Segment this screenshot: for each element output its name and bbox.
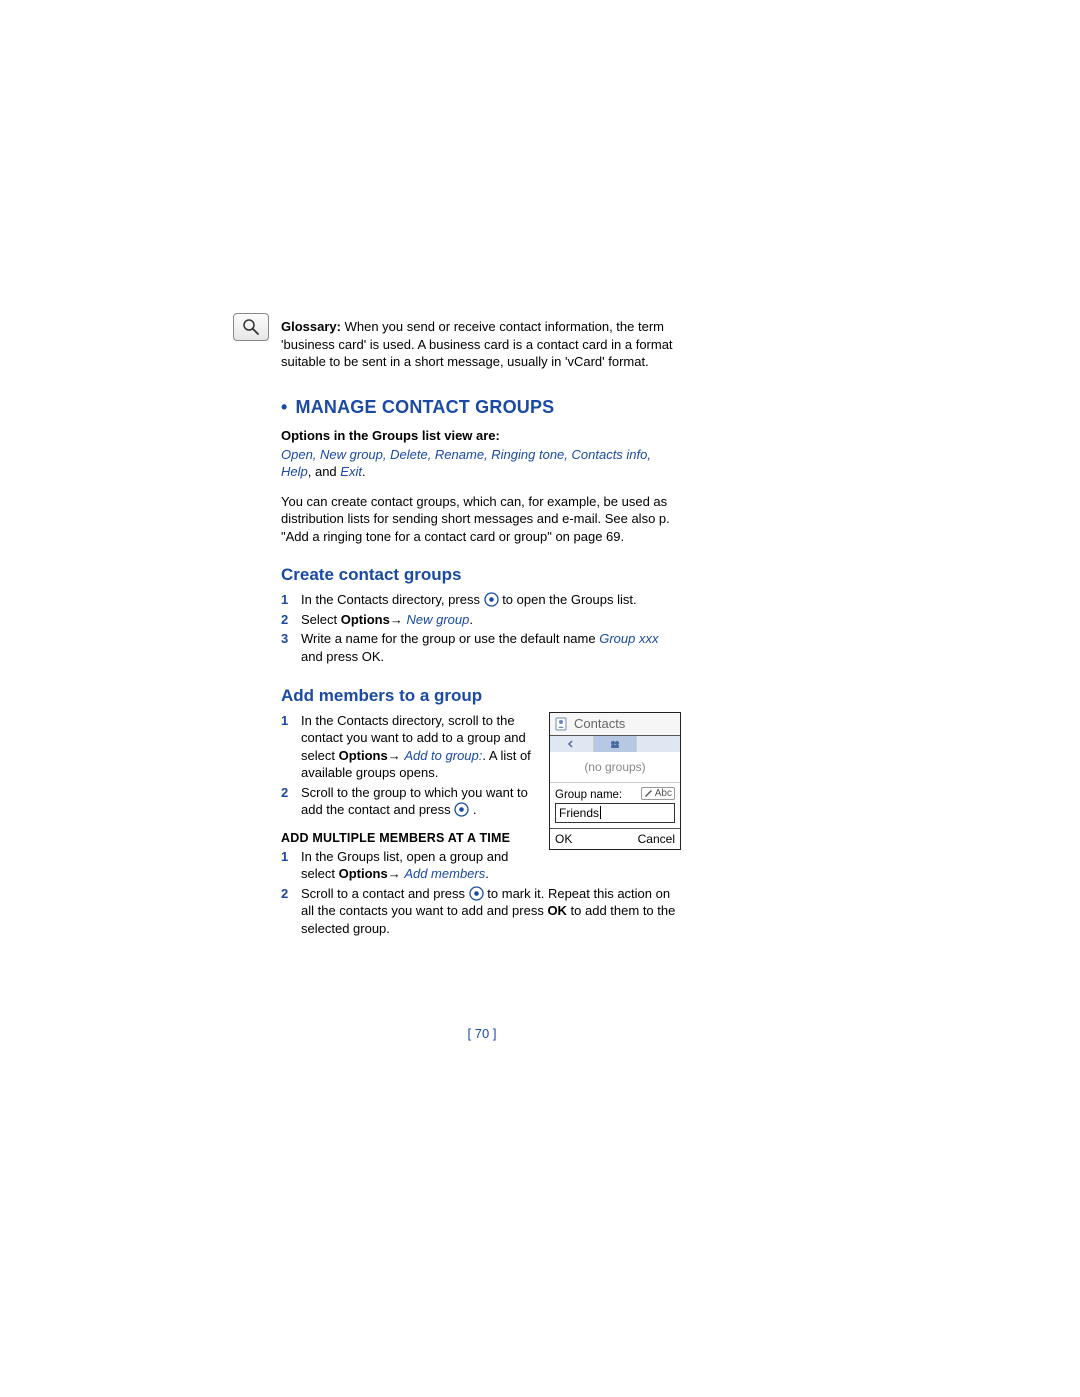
subheading-add: Add members to a group — [281, 686, 683, 706]
options-list-line: Open, New group, Delete, Rename, Ringing… — [281, 446, 683, 481]
list-item: 1 In the Groups list, open a group and s… — [281, 848, 539, 883]
glossary-paragraph: Glossary: When you send or receive conta… — [281, 318, 683, 371]
phone-tab-active — [594, 736, 638, 752]
list-item: 3 Write a name for the group or use the … — [281, 630, 683, 665]
options-label: Options in the Groups list view are: — [281, 428, 683, 443]
subheading-create: Create contact groups — [281, 565, 683, 585]
phone-softkeys: OK Cancel — [550, 828, 680, 849]
softkey-cancel[interactable]: Cancel — [638, 832, 675, 846]
subsubheading-multi: ADD MULTIPLE MEMBERS AT A TIME — [281, 831, 539, 845]
phone-app-title: Contacts — [574, 716, 625, 731]
phone-titlebar: Contacts — [550, 713, 680, 736]
list-item: 2 Scroll to a contact and press to mark … — [281, 885, 683, 938]
phone-field-label: Group name: — [555, 789, 622, 801]
joystick-icon — [454, 802, 469, 817]
phone-text-input[interactable]: Friends — [555, 803, 675, 823]
multi-steps-list: 1 In the Groups list, open a group and s… — [281, 848, 683, 938]
phone-form: Group name: Abc Friends — [550, 783, 680, 828]
softkey-ok[interactable]: OK — [555, 832, 572, 846]
add-steps-list: 1 In the Contacts directory, scroll to t… — [281, 712, 539, 819]
list-item: 2 Scroll to the group to which you want … — [281, 784, 539, 819]
add-members-block: Contacts (no groups) Group name: — [281, 712, 683, 938]
phone-empty-text: (no groups) — [550, 752, 680, 783]
create-steps-list: 1 In the Contacts directory, press to op… — [281, 591, 683, 665]
list-item: 1 In the Contacts directory, press to op… — [281, 591, 683, 609]
pencil-icon — [644, 789, 653, 797]
document-page: Glossary: When you send or receive conta… — [0, 0, 1080, 1397]
page-number: [ 70 ] — [281, 1026, 683, 1041]
input-mode-indicator: Abc — [641, 787, 675, 800]
section-heading-manage: •MANAGE CONTACT GROUPS — [281, 397, 683, 418]
joystick-icon — [484, 592, 499, 607]
list-item: 1 In the Contacts directory, scroll to t… — [281, 712, 539, 782]
phone-screenshot: Contacts (no groups) Group name: — [549, 712, 681, 850]
phone-tab — [550, 736, 594, 752]
phone-tab — [637, 736, 680, 752]
joystick-icon — [469, 886, 484, 901]
magnifier-icon — [233, 313, 269, 341]
phone-tabs — [550, 736, 680, 752]
text-cursor — [600, 806, 601, 819]
content-area: Glossary: When you send or receive conta… — [281, 0, 683, 1041]
intro-paragraph: You can create contact groups, which can… — [281, 493, 683, 546]
list-item: 2 Select Options→ New group. — [281, 611, 683, 629]
glossary-label: Glossary: — [281, 319, 341, 334]
contacts-app-icon — [554, 716, 570, 732]
bullet-icon: • — [281, 397, 288, 418]
